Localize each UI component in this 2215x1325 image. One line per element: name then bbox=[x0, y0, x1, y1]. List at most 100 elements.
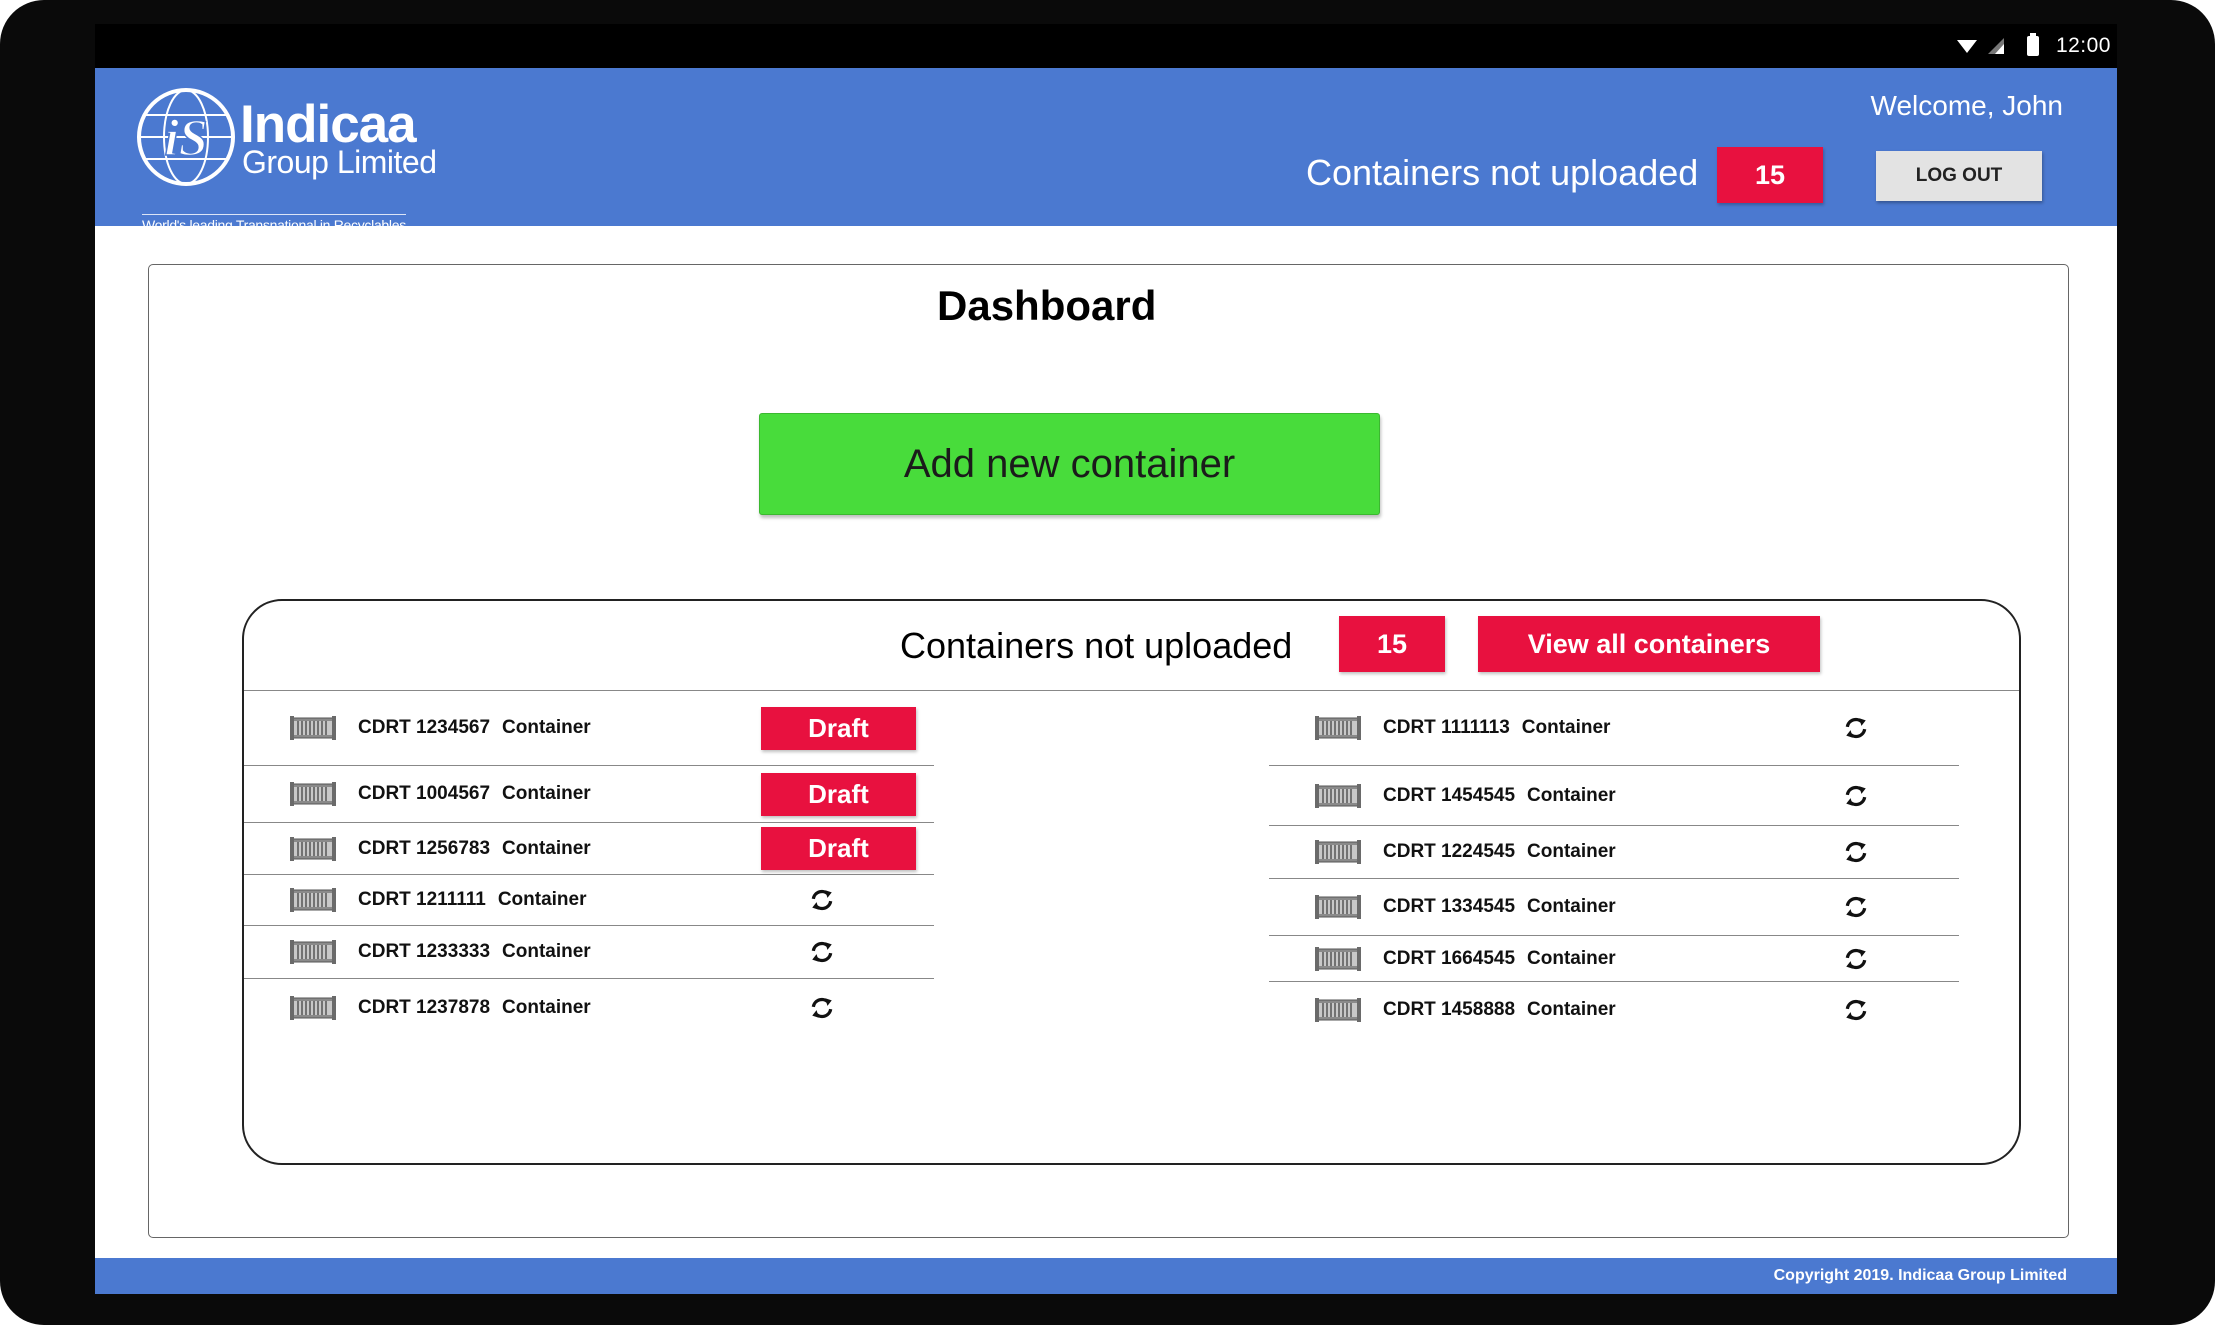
panel-header: Containers not uploaded 15 View all cont… bbox=[244, 601, 2019, 691]
container-id-text: CDRT 1454545 bbox=[1383, 784, 1516, 806]
container-type-label: Container bbox=[1527, 841, 1616, 862]
container-id-text: CDRT 1211111 bbox=[358, 889, 486, 910]
header-pending-count-badge[interactable]: 15 bbox=[1717, 147, 1823, 203]
container-type-label: Container bbox=[502, 996, 591, 1018]
app-screen: 12:00 iS Indicaa Group Limited World's l… bbox=[95, 24, 2117, 1294]
shipping-container-icon bbox=[290, 995, 336, 1021]
container-row[interactable]: CDRT 1004567 Container Draft bbox=[244, 766, 934, 823]
battery-icon bbox=[2027, 24, 2039, 68]
container-type-label: Container bbox=[502, 783, 591, 804]
container-id: CDRT 1334545 Container bbox=[1383, 896, 1616, 918]
sync-icon[interactable] bbox=[1843, 839, 1869, 865]
container-id-text: CDRT 1224545 bbox=[1383, 841, 1516, 862]
panel-pending-count-badge[interactable]: 15 bbox=[1339, 616, 1445, 672]
container-type-label: Container bbox=[1527, 947, 1616, 969]
add-new-container-button[interactable]: Add new container bbox=[759, 413, 1380, 515]
dashboard-card: Dashboard Add new container Containers n… bbox=[148, 264, 2069, 1238]
container-id: CDRT 1224545 Container bbox=[1383, 841, 1616, 863]
status-time: 12:00 bbox=[2055, 34, 2111, 57]
app-footer: Copyright 2019. Indicaa Group Limited bbox=[95, 1258, 2117, 1294]
shipping-container-icon bbox=[290, 715, 336, 741]
copyright-text: Copyright 2019. Indicaa Group Limited bbox=[1773, 1267, 2067, 1284]
container-id: CDRT 1111113 Container bbox=[1383, 717, 1610, 739]
container-id-text: CDRT 1237878 bbox=[358, 996, 491, 1018]
container-row[interactable]: CDRT 1111113 Container bbox=[1269, 691, 1959, 766]
sync-icon[interactable] bbox=[809, 995, 835, 1021]
container-id-text: CDRT 1458888 bbox=[1383, 998, 1516, 1020]
sync-icon[interactable] bbox=[1843, 783, 1869, 809]
container-row[interactable]: CDRT 1334545 Container bbox=[1269, 879, 1959, 936]
logo-subtitle: Group Limited bbox=[242, 144, 437, 180]
view-all-containers-button[interactable]: View all containers bbox=[1478, 616, 1820, 672]
container-id: CDRT 1256783 Container bbox=[358, 838, 591, 860]
sync-icon[interactable] bbox=[1843, 997, 1869, 1023]
container-id-text: CDRT 1111113 bbox=[1383, 717, 1510, 738]
signal-icon bbox=[1986, 24, 2006, 68]
pending-containers-panel: Containers not uploaded 15 View all cont… bbox=[242, 599, 2021, 1165]
shipping-container-icon bbox=[290, 887, 336, 913]
container-id: CDRT 1237878 Container bbox=[358, 997, 591, 1019]
container-id: CDRT 1454545 Container bbox=[1383, 785, 1616, 807]
container-type-label: Container bbox=[502, 717, 591, 738]
status-bar: 12:00 bbox=[95, 24, 2117, 68]
container-list-left: CDRT 1234567 Container Draft CDRT 1004567 Co… bbox=[244, 691, 934, 1036]
container-type-label: Container bbox=[502, 837, 591, 859]
container-type-label: Container bbox=[1527, 896, 1616, 917]
container-id-text: CDRT 1334545 bbox=[1383, 896, 1516, 917]
app-header: iS Indicaa Group Limited World's leading… bbox=[95, 68, 2117, 233]
container-id: CDRT 1234567 Container bbox=[358, 717, 591, 739]
shipping-container-icon bbox=[290, 939, 336, 965]
container-id-text: CDRT 1233333 bbox=[358, 941, 491, 962]
globe-logo-icon: iS bbox=[137, 88, 235, 186]
container-row[interactable]: CDRT 1454545 Container bbox=[1269, 766, 1959, 826]
shipping-container-icon bbox=[290, 781, 336, 807]
container-list-right: CDRT 1111113 Container CDRT 1454545 Contain… bbox=[1269, 691, 1959, 1037]
logout-button[interactable]: LOG OUT bbox=[1876, 151, 2042, 201]
container-row[interactable]: CDRT 1664545 Container bbox=[1269, 936, 1959, 982]
container-row[interactable]: CDRT 1256783 Container Draft bbox=[244, 823, 934, 875]
container-row[interactable]: CDRT 1233333 Container bbox=[244, 926, 934, 979]
wifi-icon bbox=[1957, 24, 1977, 68]
shipping-container-icon bbox=[1315, 894, 1361, 920]
container-id-text: CDRT 1234567 bbox=[358, 717, 491, 738]
sync-icon[interactable] bbox=[1843, 894, 1869, 920]
container-row[interactable]: CDRT 1224545 Container bbox=[1269, 826, 1959, 879]
shipping-container-icon bbox=[1315, 997, 1361, 1023]
panel-title: Containers not uploaded bbox=[900, 625, 1293, 666]
shipping-container-icon bbox=[1315, 783, 1361, 809]
container-row[interactable]: CDRT 1234567 Container Draft bbox=[244, 691, 934, 766]
container-type-label: Container bbox=[502, 941, 591, 962]
container-id: CDRT 1458888 Container bbox=[1383, 999, 1616, 1021]
container-type-label: Container bbox=[1527, 784, 1616, 806]
sync-icon[interactable] bbox=[1843, 946, 1869, 972]
container-type-label: Container bbox=[1527, 998, 1616, 1020]
container-id: CDRT 1211111 Container bbox=[358, 889, 587, 911]
sync-icon[interactable] bbox=[1843, 715, 1869, 741]
company-logo: iS Indicaa Group Limited World's leading… bbox=[136, 87, 456, 233]
container-type-label: Container bbox=[497, 889, 587, 910]
container-id: CDRT 1233333 Container bbox=[358, 941, 591, 963]
container-row[interactable]: CDRT 1458888 Container bbox=[1269, 982, 1959, 1037]
shipping-container-icon bbox=[290, 836, 336, 862]
draft-status-button[interactable]: Draft bbox=[761, 706, 916, 750]
draft-status-button[interactable]: Draft bbox=[761, 827, 916, 870]
container-row[interactable]: CDRT 1237878 Container bbox=[244, 979, 934, 1036]
container-row[interactable]: CDRT 1211111 Container bbox=[244, 875, 934, 926]
shipping-container-icon bbox=[1315, 715, 1361, 741]
container-id: CDRT 1004567 Container bbox=[358, 783, 591, 805]
welcome-text: Welcome, John bbox=[1870, 90, 2063, 121]
draft-status-button[interactable]: Draft bbox=[761, 772, 916, 816]
container-id-text: CDRT 1256783 bbox=[358, 837, 491, 859]
sync-icon[interactable] bbox=[809, 939, 835, 965]
logo-tagline: World's leading Transnational in Recycla… bbox=[142, 214, 406, 233]
container-id: CDRT 1664545 Container bbox=[1383, 948, 1616, 970]
container-type-label: Container bbox=[1521, 717, 1611, 738]
container-id-text: CDRT 1004567 bbox=[358, 783, 491, 804]
svg-text:iS: iS bbox=[164, 110, 207, 167]
header-pending-label: Containers not uploaded bbox=[1306, 152, 1699, 193]
sync-icon[interactable] bbox=[809, 887, 835, 913]
page-title: Dashboard bbox=[937, 282, 1157, 329]
tablet-frame: 12:00 iS Indicaa Group Limited World's l… bbox=[0, 0, 2215, 1325]
shipping-container-icon bbox=[1315, 839, 1361, 865]
container-id-text: CDRT 1664545 bbox=[1383, 947, 1516, 969]
